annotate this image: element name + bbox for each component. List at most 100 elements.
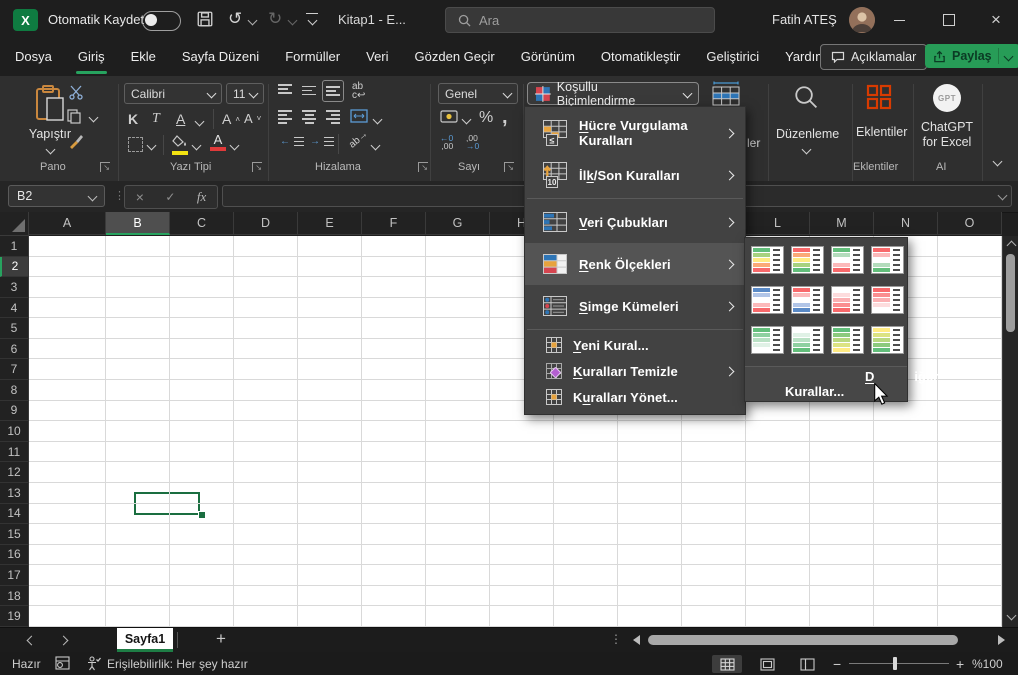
borders-chevron-icon[interactable]	[147, 141, 157, 151]
sheet-tab-sayfa1[interactable]: Sayfa1	[117, 628, 173, 652]
clipboard-dialog-launcher[interactable]: ↘	[100, 162, 110, 172]
color-scale-green-yellow[interactable]	[831, 326, 864, 354]
merge-chevron-icon[interactable]	[373, 115, 383, 125]
row-header-9[interactable]: 9	[0, 401, 29, 422]
macro-record-button[interactable]	[55, 656, 70, 673]
fill-handle[interactable]	[198, 511, 206, 519]
column-header-E[interactable]: E	[298, 212, 362, 235]
align-left-button[interactable]	[278, 110, 292, 124]
vertical-scrollbar[interactable]	[1002, 236, 1018, 627]
align-dialog-launcher[interactable]: ↘	[418, 162, 428, 172]
grow-font-button[interactable]: A˄	[222, 111, 240, 127]
decrease-decimal-button[interactable]: ,00→0	[466, 134, 479, 150]
ribbon-tab-formüller[interactable]: Formüller	[272, 40, 353, 76]
row-header-16[interactable]: 16	[0, 545, 29, 566]
font-color-chevron-icon[interactable]	[230, 141, 240, 151]
borders-button[interactable]	[128, 137, 143, 152]
new-sheet-button[interactable]: +	[216, 629, 226, 649]
redo-chevron-icon[interactable]	[288, 16, 298, 26]
tab-scroll-splitter[interactable]: ⋮	[610, 632, 622, 646]
row-header-10[interactable]: 10	[0, 421, 29, 442]
number-dialog-launcher[interactable]: ↘	[504, 162, 514, 172]
orientation-button[interactable]: ab→	[347, 128, 370, 150]
row-header-18[interactable]: 18	[0, 586, 29, 607]
page-break-view-button[interactable]	[792, 655, 822, 673]
ribbon-tab-geliştirici[interactable]: Geliştirici	[693, 40, 772, 76]
horizontal-scroll-thumb[interactable]	[648, 635, 958, 645]
increase-indent-button[interactable]: →	[310, 136, 334, 147]
close-button[interactable]: ×	[974, 0, 1018, 40]
underline-chevron-icon[interactable]	[195, 117, 205, 127]
color-scale-red-yellow-green[interactable]	[791, 246, 824, 274]
normal-view-button[interactable]	[712, 655, 742, 673]
ribbon-tab-veri[interactable]: Veri	[353, 40, 401, 76]
column-header-A[interactable]: A	[29, 212, 106, 235]
ribbon-tab-gözden geçir[interactable]: Gözden Geçir	[402, 40, 508, 76]
row-header-12[interactable]: 12	[0, 462, 29, 483]
copy-chevron-icon[interactable]	[89, 113, 99, 123]
column-header-D[interactable]: D	[234, 212, 298, 235]
font-name-combo[interactable]: Calibri	[124, 83, 222, 104]
name-box[interactable]: B2	[8, 185, 105, 207]
row-header-15[interactable]: 15	[0, 524, 29, 545]
search-box[interactable]: Ara	[445, 7, 715, 33]
align-bottom-button-selected[interactable]	[322, 80, 344, 102]
color-scale-white-red[interactable]	[831, 286, 864, 314]
menu-item-colorscales[interactable]: Renk Ölçekleri	[525, 243, 745, 285]
ribbon-tab-görünüm[interactable]: Görünüm	[508, 40, 588, 76]
font-color-button[interactable]: A	[210, 133, 226, 151]
number-format-combo[interactable]: Genel	[438, 83, 518, 104]
column-header-L[interactable]: L	[746, 212, 810, 235]
page-layout-view-button[interactable]	[752, 655, 782, 673]
share-button[interactable]: Paylaş	[925, 44, 1018, 68]
collapse-ribbon-chevron-icon[interactable]	[993, 157, 1003, 167]
column-header-M[interactable]: M	[810, 212, 874, 235]
cancel-button[interactable]: ×	[136, 189, 144, 205]
row-header-14[interactable]: 14	[0, 504, 29, 525]
column-header-C[interactable]: C	[170, 212, 234, 235]
next-sheet-icon[interactable]	[59, 636, 69, 646]
color-scale-green-yellow-red[interactable]	[751, 246, 784, 274]
conditional-formatting-button[interactable]: Koşullu Biçimlendirme	[527, 82, 699, 105]
redo-button[interactable]: ↻	[268, 9, 282, 29]
font-size-combo[interactable]: 11	[226, 83, 264, 104]
column-header-F[interactable]: F	[362, 212, 426, 235]
accounting-chevron-icon[interactable]	[462, 115, 472, 125]
share-chevron-icon[interactable]	[1003, 51, 1013, 61]
color-scale-blue-white-red[interactable]	[751, 286, 784, 314]
menu-item-managerules[interactable]: Kuralları Yönet...	[525, 384, 745, 410]
align-right-button[interactable]	[326, 110, 340, 124]
undo-chevron-icon[interactable]	[248, 16, 258, 26]
format-painter-button[interactable]	[68, 133, 84, 152]
column-header-N[interactable]: N	[874, 212, 938, 235]
wrap-text-button[interactable]: abc↩	[352, 82, 365, 100]
select-all-corner[interactable]	[0, 212, 29, 236]
save-button[interactable]	[196, 10, 214, 31]
column-header-B[interactable]: B	[106, 212, 170, 235]
prev-sheet-icon[interactable]	[27, 636, 37, 646]
row-header-8[interactable]: 8	[0, 380, 29, 401]
minimize-button[interactable]	[877, 0, 921, 40]
row-header-19[interactable]: 19	[0, 606, 29, 627]
zoom-slider-track[interactable]	[849, 663, 949, 664]
scroll-down-icon[interactable]	[1007, 611, 1017, 621]
avatar[interactable]	[849, 7, 875, 33]
row-header-2[interactable]: 2	[0, 257, 29, 278]
row-header-6[interactable]: 6	[0, 339, 29, 360]
zoom-level[interactable]: %100	[972, 657, 1003, 671]
paste-chevron-icon[interactable]	[45, 145, 55, 155]
enter-button[interactable]: ✓	[165, 190, 175, 204]
fill-color-chevron-icon[interactable]	[192, 141, 202, 151]
addins-button[interactable]: Eklentiler	[856, 84, 902, 139]
insert-function-button[interactable]: fx	[197, 189, 206, 205]
accessibility-button[interactable]	[86, 656, 101, 674]
font-dialog-launcher[interactable]: ↘	[252, 162, 262, 172]
hscroll-right-icon[interactable]	[998, 635, 1005, 645]
decrease-indent-button[interactable]: ←	[280, 136, 304, 147]
menu-item-highlight[interactable]: ≤Hücre Vurgulama Kuralları	[525, 112, 745, 154]
comma-style-button[interactable]: ,	[502, 106, 508, 129]
increase-decimal-button[interactable]: ←0,00	[440, 134, 453, 150]
zoom-slider-handle[interactable]	[893, 657, 897, 670]
percent-style-button[interactable]: %	[479, 109, 493, 127]
row-header-3[interactable]: 3	[0, 277, 29, 298]
